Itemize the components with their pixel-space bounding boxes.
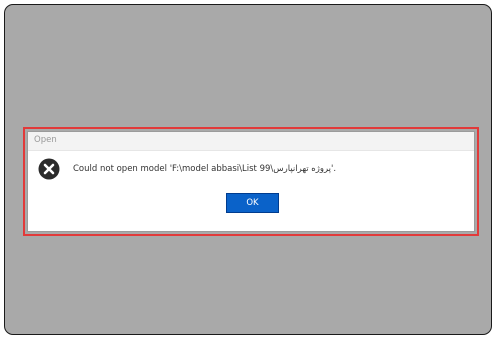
dialog-title-bar[interactable]: Open — [28, 132, 474, 151]
error-message: Could not open model 'F:\model abbasi\Li… — [73, 164, 337, 174]
error-x-icon — [38, 158, 60, 180]
error-dialog: Open Could not open model 'F:\model abba… — [27, 131, 475, 232]
dialog-highlight-box: Open Could not open model 'F:\model abba… — [23, 127, 479, 236]
ok-button[interactable]: OK — [226, 193, 279, 213]
dialog-title: Open — [34, 135, 57, 145]
screen-frame: Open Could not open model 'F:\model abba… — [4, 4, 492, 335]
